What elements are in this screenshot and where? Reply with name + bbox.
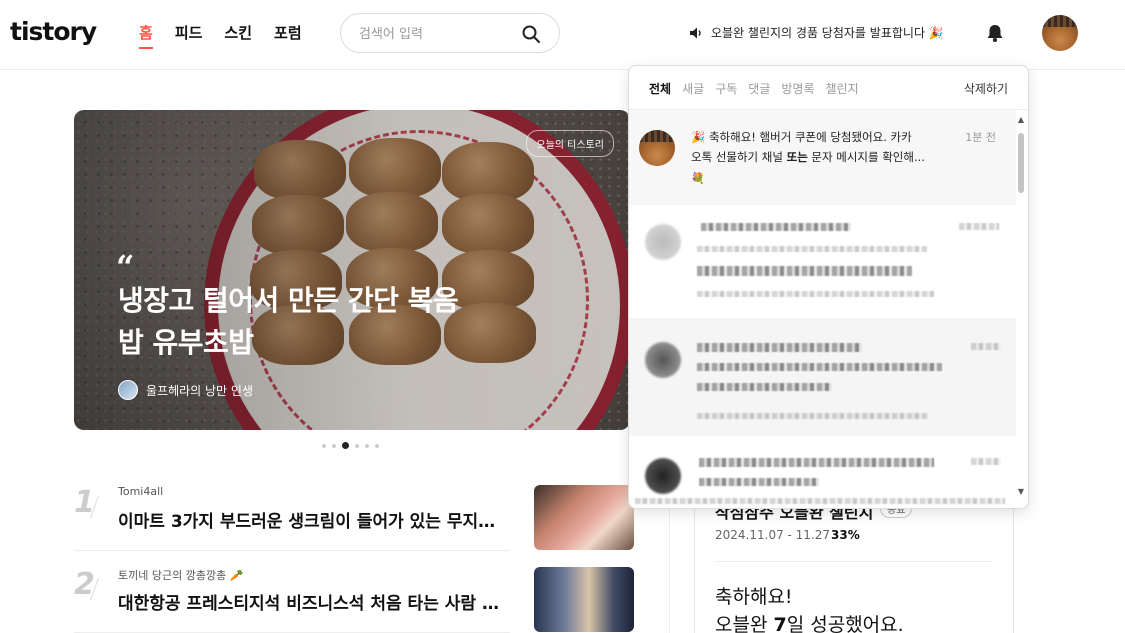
announcement-text: 오블완 챌린지의 경품 당첨자를 발표합니다 🎉 [711, 26, 944, 40]
redacted-text [635, 498, 1005, 504]
tab-challenge[interactable]: 챌린지 [826, 80, 859, 97]
post-title[interactable]: 대한항공 프레스티지석 비즈니스석 처음 타는 사람 후기 [118, 589, 510, 614]
notification-tabs: 전체 새글 구독 댓글 방명록 챌린지 [649, 80, 859, 97]
tab-new-posts[interactable]: 새글 [682, 80, 704, 97]
carousel-dot[interactable] [322, 443, 326, 448]
notification-avatar [639, 130, 675, 166]
notification-line1: 🎉 축하해요! 햄버거 쿠폰에 당첨됐어요. 카카 [691, 130, 912, 144]
redacted-time [971, 343, 1001, 350]
bell-icon[interactable] [984, 22, 1006, 44]
carousel-dot[interactable] [332, 443, 336, 448]
challenge-congrats: 축하해요! 오블완 7일 성공했어요. [715, 583, 904, 633]
redacted-time [971, 458, 1001, 465]
search-icon[interactable] [521, 24, 541, 44]
notification-scrollbar[interactable]: ▲ ▼ [1017, 116, 1025, 496]
blog-name: 토끼네 당근의 깡총깡총 🥕 [118, 569, 244, 582]
redacted-text [699, 458, 934, 467]
redacted-text [697, 266, 912, 276]
hero-title[interactable]: 냉장고 털어서 만든 간단 복음밥 유부초밥 [118, 280, 478, 364]
quote-mark: “ [116, 248, 135, 286]
nav-forum[interactable]: 포럼 [274, 22, 302, 49]
notification-line2-prefix: 오톡 선물하기 채널 [691, 150, 787, 164]
main-nav: 홈 피드 스킨 포럼 [139, 22, 324, 49]
tab-all[interactable]: 전체 [649, 80, 671, 97]
hero-carousel[interactable]: 오늘의 티스토리 “ 냉장고 털어서 만든 간단 복음밥 유부초밥 울프헤라의 … [74, 110, 630, 430]
congrats-line1: 축하해요! [715, 586, 793, 608]
congrats-days: 7 [773, 614, 787, 633]
scroll-up-arrow-icon[interactable]: ▲ [1017, 116, 1025, 124]
scrollbar-thumb[interactable] [1018, 133, 1024, 193]
notification-line2: 오톡 선물하기 채널 또는 문자 메시지를 확인해... [691, 147, 961, 167]
notification-item-blurred[interactable] [629, 318, 1016, 436]
redacted-text [697, 413, 927, 419]
notification-item-blurred[interactable] [629, 436, 1016, 508]
user-avatar[interactable] [1042, 15, 1078, 51]
post-thumbnail[interactable] [534, 567, 634, 632]
congrats-suffix: 일 성공했어요. [786, 614, 904, 633]
author-name: 울프헤라의 낭만 인생 [146, 383, 253, 398]
challenge-date: 2024.11.07 - 11.27 [715, 528, 831, 542]
carousel-dot[interactable] [355, 443, 359, 448]
redacted-text [701, 223, 851, 231]
nav-feed[interactable]: 피드 [175, 22, 203, 49]
notification-avatar [645, 342, 681, 378]
notification-text: 🎉 축하해요! 햄버거 쿠폰에 당첨됐어요. 카카 오톡 선물하기 채널 또는 … [691, 127, 961, 167]
challenge-percent: 33% [831, 528, 860, 542]
nav-home[interactable]: 홈 [139, 22, 153, 49]
notification-item[interactable]: 🎉 축하해요! 햄버거 쿠폰에 당첨됐어요. 카카 오톡 선물하기 채널 또는 … [629, 110, 1016, 205]
redacted-text [697, 363, 942, 371]
top-header: tistory 홈 피드 스킨 포럼 오블완 챌린지의 경품 당첨자를 발표합니… [0, 0, 1125, 70]
congrats-prefix: 오블완 [715, 614, 774, 633]
scroll-down-arrow-icon[interactable]: ▼ [1017, 488, 1025, 496]
search-input[interactable] [359, 24, 519, 44]
congrats-line2: 오블완 7일 성공했어요. [715, 611, 904, 633]
notification-line2-bold: 또는 [786, 150, 808, 164]
post-title[interactable]: 이마트 3가지 부드러운 생크림이 들어가 있는 무지개 ... [118, 507, 510, 532]
redacted-text [699, 478, 819, 486]
redacted-text [697, 246, 927, 252]
notification-panel: 전체 새글 구독 댓글 방명록 챌린지 삭제하기 🎉 축하해요! 햄버거 쿠폰에… [628, 65, 1029, 509]
post-thumbnail[interactable] [534, 485, 634, 550]
nav-skin[interactable]: 스킨 [224, 22, 252, 49]
challenge-divider [715, 561, 993, 562]
redacted-text [697, 291, 934, 297]
carousel-dots [322, 442, 379, 449]
todays-tistory-badge: 오늘의 티스토리 [526, 130, 614, 157]
list-item[interactable]: 1 Tomi4all 이마트 3가지 부드러운 생크림이 들어가 있는 무지개 … [74, 485, 510, 551]
tab-subscribe[interactable]: 구독 [715, 80, 737, 97]
notification-avatar [645, 458, 681, 494]
author-avatar [118, 380, 138, 400]
hero-author[interactable]: 울프헤라의 낭만 인생 [118, 380, 253, 400]
speaker-icon [690, 27, 701, 38]
redacted-text [697, 383, 832, 391]
notification-item-blurred[interactable] [629, 206, 1016, 318]
redacted-text [697, 343, 862, 352]
announcement-banner[interactable]: 오블완 챌린지의 경품 당첨자를 발표합니다 🎉 [688, 24, 944, 41]
notification-avatar [645, 224, 681, 260]
clear-notifications-button[interactable]: 삭제하기 [964, 80, 1008, 97]
tistory-logo[interactable]: tistory [10, 17, 97, 46]
blog-name: Tomi4all [118, 485, 164, 498]
search-box [340, 13, 560, 53]
carousel-dot-active[interactable] [342, 442, 349, 449]
bouquet-icon: 💐 [691, 172, 705, 185]
carousel-dot[interactable] [365, 443, 369, 448]
challenge-card[interactable]: 작심삼주 오블완 챌린지 종료 2024.11.07 - 11.27 · 33%… [694, 490, 1014, 633]
tab-guestbook[interactable]: 방명록 [781, 80, 814, 97]
notification-list: 🎉 축하해요! 햄버거 쿠폰에 당첨됐어요. 카카 오톡 선물하기 채널 또는 … [629, 110, 1016, 508]
carousel-dot[interactable] [375, 443, 379, 448]
list-item[interactable]: 2 토끼네 당근의 깡총깡총 🥕 대한항공 프레스티지석 비즈니스석 처음 타는… [74, 567, 510, 633]
tab-comments[interactable]: 댓글 [748, 80, 770, 97]
notification-line2-suffix: 문자 메시지를 확인해... [807, 150, 925, 164]
redacted-time [959, 223, 999, 230]
notification-time: 1분 전 [965, 131, 996, 144]
challenge-period: 2024.11.07 - 11.27 · [715, 528, 838, 542]
